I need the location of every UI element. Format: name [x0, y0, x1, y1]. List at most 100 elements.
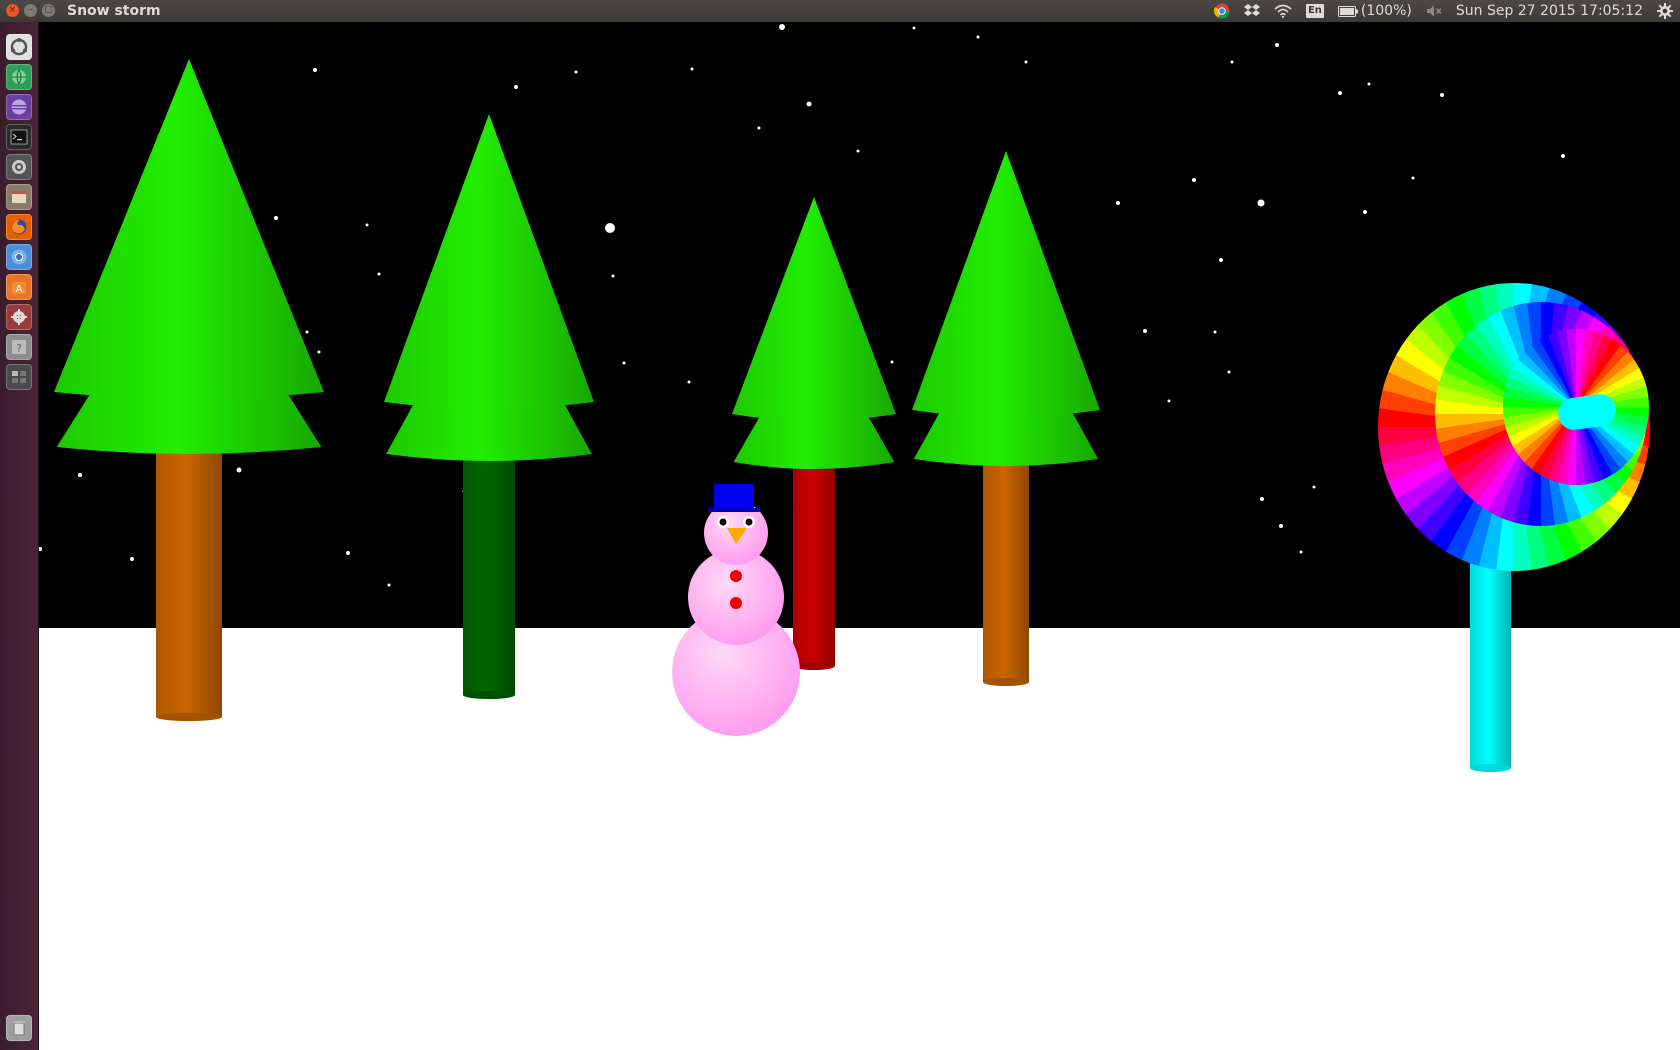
snowflake [806, 101, 812, 107]
snowflake [779, 24, 785, 30]
snowflake [856, 149, 860, 153]
snowflake [1440, 93, 1444, 97]
snowflake [1230, 60, 1234, 64]
snowflake [1257, 199, 1265, 207]
snowflake [1167, 399, 1171, 403]
snowflake [611, 274, 615, 278]
launcher-item-dash-home[interactable] [6, 34, 32, 60]
tree-2-trunk-base [463, 691, 515, 699]
ubuntu-logo-icon [10, 38, 28, 56]
launcher-item-app-purple[interactable] [6, 94, 32, 120]
tree-2-upper-foliage [384, 114, 594, 409]
snowflake [387, 583, 391, 587]
keyboard-layout-icon[interactable]: En [1305, 4, 1324, 18]
snowflake [1411, 176, 1415, 180]
window-maximize-button[interactable]: ▢ [42, 4, 55, 17]
snowflake [236, 467, 242, 473]
scene-canvas [39, 24, 1650, 772]
snowman-right-eye [745, 518, 753, 526]
snowflake [130, 557, 134, 561]
snowman-button-top [730, 570, 742, 582]
launcher-item-system-settings[interactable] [6, 304, 32, 330]
snowflake [1024, 60, 1028, 64]
snowflake [514, 85, 518, 89]
launcher-item-app-settings[interactable] [6, 154, 32, 180]
launcher-item-software-center[interactable]: A [6, 274, 32, 300]
window-close-button[interactable]: × [6, 4, 19, 17]
snowflake [39, 547, 42, 551]
snowflake [1299, 550, 1303, 554]
snowflake [1192, 178, 1196, 182]
snowflake [1116, 201, 1120, 205]
tree-1-upper-foliage [54, 59, 324, 399]
launcher-item-firefox[interactable] [6, 214, 32, 240]
globe-icon [12, 69, 26, 86]
settings-gear-icon [11, 309, 27, 325]
snowflake [274, 216, 278, 220]
software-center-icon: A [12, 282, 26, 295]
tree-4-trunk [983, 454, 1029, 682]
launcher: A? [0, 22, 39, 1050]
snowman-hat-brim [708, 508, 760, 512]
lollipop-stick-base [1470, 764, 1511, 772]
snowflake [1227, 370, 1231, 374]
window-minimize-button[interactable]: – [24, 4, 37, 17]
window-title: Snow storm [67, 3, 161, 19]
wifi-icon[interactable] [1274, 4, 1292, 18]
terminal-icon [10, 129, 28, 145]
lollipop [1378, 283, 1650, 772]
indicator-area: En (100%) Sun Sep 27 2015 17:05:12 [1207, 0, 1680, 22]
system-gear-icon[interactable] [1657, 3, 1673, 19]
snowflake [317, 350, 321, 354]
snowflake [757, 126, 761, 130]
tree-1-trunk [156, 442, 222, 717]
launcher-item-workspace-switcher[interactable] [6, 364, 32, 390]
battery-percentage: (100%) [1360, 3, 1412, 19]
launcher-item-help[interactable]: ? [6, 334, 32, 360]
snowflake [78, 473, 82, 477]
circle-app-icon [12, 160, 26, 174]
snowflake [574, 70, 578, 74]
launcher-item-files[interactable] [6, 184, 32, 210]
dropbox-icon[interactable] [1243, 4, 1260, 18]
snowflake [976, 35, 980, 39]
clock[interactable]: Sun Sep 27 2015 17:05:12 [1456, 0, 1643, 22]
snowflake [377, 272, 381, 276]
volume-muted-icon[interactable] [1426, 4, 1442, 18]
snowflake [1275, 43, 1279, 47]
snowflake [313, 68, 317, 72]
tree-1 [54, 59, 324, 721]
snowman-hat [714, 484, 754, 511]
tree-2 [384, 114, 594, 699]
eclipse-icon [11, 99, 27, 115]
snowflake [1213, 330, 1217, 334]
battery-icon [1337, 5, 1358, 17]
snowflake [1312, 485, 1316, 489]
launcher-item-trash[interactable] [6, 1015, 32, 1041]
snowflake [1338, 91, 1342, 95]
snowflake [622, 361, 626, 365]
launcher-item-terminal[interactable] [6, 124, 32, 150]
snowflake [690, 67, 694, 71]
snowflake [1260, 497, 1264, 501]
snow-storm-scene[interactable] [39, 22, 1680, 1050]
snowman-button-bottom [730, 597, 742, 609]
lollipop-stick [1470, 562, 1511, 768]
keyboard-layout-label: En [1305, 4, 1324, 18]
snowflake [1363, 210, 1367, 214]
snowflake [305, 330, 309, 334]
snowflake [365, 223, 369, 227]
svg-text:A: A [16, 284, 23, 295]
snowflake [346, 551, 350, 555]
svg-text:?: ? [16, 342, 22, 355]
snowman-left-eye [719, 518, 727, 526]
launcher-item-app-green[interactable] [6, 64, 32, 90]
workspace-icon [12, 371, 26, 383]
chrome-status-icon[interactable] [1213, 3, 1230, 19]
battery-indicator[interactable]: (100%) [1337, 0, 1412, 22]
snowflake [687, 380, 691, 384]
launcher-item-chromium[interactable] [6, 244, 32, 270]
firefox-icon [11, 219, 27, 235]
files-icon [12, 191, 26, 203]
snowflake [605, 223, 615, 233]
